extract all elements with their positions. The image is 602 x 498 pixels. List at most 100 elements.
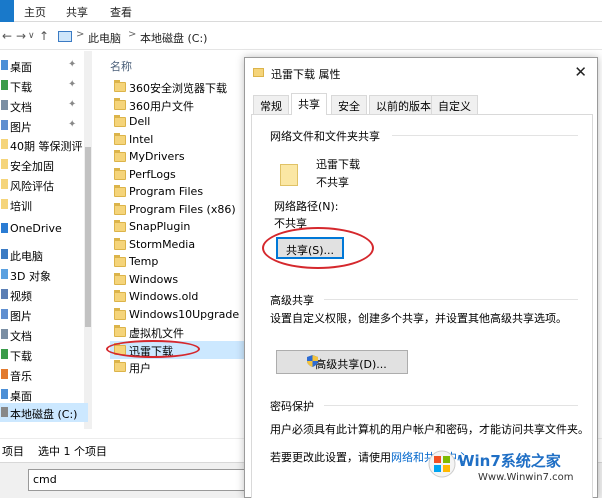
tab-sharing[interactable]: 共享 — [291, 93, 327, 115]
up-button[interactable]: ↑ — [39, 29, 49, 43]
sidebar-item[interactable]: 3D 对象 — [0, 265, 88, 284]
cmd-input[interactable]: cmd — [28, 469, 258, 491]
sidebar-item-label: 桌面 — [10, 390, 32, 403]
sidebar-item[interactable]: 音乐 — [0, 365, 88, 384]
sidebar-item[interactable]: 图片 ✦ — [0, 116, 88, 135]
sidebar-item[interactable]: 文档 ✦ — [0, 96, 88, 115]
folder-list-item[interactable]: Windows — [110, 271, 244, 289]
folder-list-item[interactable]: Program Files — [110, 183, 244, 201]
folder-list-item[interactable]: 用户 — [110, 358, 244, 376]
sidebar-item[interactable]: 此电脑 — [0, 245, 88, 264]
forward-button[interactable]: → — [16, 29, 26, 43]
folder-list-item[interactable]: 360用户文件 — [110, 96, 244, 114]
sidebar-item[interactable]: 下载 — [0, 345, 88, 364]
folder-list-item[interactable]: Dell — [110, 113, 244, 131]
this-pc-icon — [58, 31, 72, 42]
sidebar-item[interactable]: 桌面 — [0, 385, 88, 404]
folder-name: 360用户文件 — [129, 99, 194, 113]
tab-view[interactable]: 查看 — [110, 4, 132, 20]
sidebar-item-label: 视频 — [10, 290, 32, 303]
breadcrumb-separator: > — [128, 29, 137, 40]
folder-icon — [114, 237, 126, 250]
column-header-name[interactable]: 名称 — [110, 58, 132, 74]
advanced-sharing-button-label: 高级共享(D)... — [315, 358, 387, 371]
folder-list-item[interactable]: StormMedia — [110, 236, 244, 254]
sidebar-item-icon — [1, 80, 8, 90]
sidebar-item-label: 培训 — [10, 200, 32, 213]
folder-name: 虚拟机文件 — [129, 327, 184, 340]
sidebar-item[interactable]: 桌面 ✦ — [0, 56, 88, 75]
folder-icon — [114, 97, 126, 110]
status-item-count: 项目 — [2, 445, 24, 458]
group-divider — [392, 135, 578, 136]
folder-name: 用户 — [129, 362, 151, 375]
sidebar-item[interactable]: 培训 — [0, 195, 88, 214]
password-description: 用户必须具有此计算机的用户帐户和密码，才能访问共享文件夹。 — [270, 423, 589, 436]
breadcrumb-local-disk[interactable]: 本地磁盘 (C:) — [140, 30, 207, 46]
tab-home[interactable]: 主页 — [24, 4, 46, 20]
pin-icon: ✦ — [68, 59, 77, 70]
sidebar-item-icon — [1, 223, 8, 233]
folder-name: MyDrivers — [129, 150, 185, 163]
folder-name: Intel — [129, 132, 154, 146]
folder-icon — [114, 255, 126, 267]
advanced-sharing-group-title: 高级共享 — [270, 294, 314, 307]
sidebar-item-label: 安全加固 — [10, 160, 54, 173]
sidebar-item[interactable]: 下载 ✦ — [0, 76, 88, 95]
sidebar-item-label: 图片 — [10, 310, 32, 323]
shared-folder-name: 迅雷下载 — [316, 158, 360, 171]
folder-list-item[interactable]: 虚拟机文件 — [110, 323, 244, 341]
folder-list-item[interactable]: Windows.old — [110, 288, 244, 306]
close-icon[interactable]: ✕ — [574, 63, 587, 81]
recent-dropdown-button[interactable]: ∨ — [28, 31, 35, 41]
network-sharing-group-title: 网络文件和文件夹共享 — [270, 130, 380, 143]
sidebar-item-icon — [1, 369, 8, 379]
file-tab[interactable] — [0, 0, 14, 22]
status-selected: 选中 1 个项目 — [38, 445, 107, 458]
address-bar-row: ← → ∨ ↑ > 此电脑 > 本地磁盘 (C:) — [0, 24, 602, 50]
sidebar-item[interactable]: 40期 等保测评 — [0, 135, 88, 154]
folder-name: PerfLogs — [129, 167, 176, 181]
sidebar-item-label: 此电脑 — [10, 250, 43, 263]
sidebar-item[interactable]: OneDrive — [0, 219, 88, 238]
watermark-brand: Win7系统之家 — [458, 452, 561, 470]
folder-list-item[interactable]: Intel — [110, 131, 244, 149]
ribbon-tabs: 主页 共享 查看 — [0, 0, 602, 22]
tab-previous-versions[interactable]: 以前的版本 — [369, 95, 438, 114]
folder-list-item[interactable]: Windows10Upgrade — [110, 306, 244, 324]
folder-list-item[interactable]: Temp — [110, 253, 244, 271]
tab-general[interactable]: 常规 — [253, 95, 289, 114]
pin-icon: ✦ — [68, 119, 77, 130]
folder-list-item[interactable]: Program Files (x86) — [110, 201, 244, 219]
sidebar-item[interactable]: 本地磁盘 (C:) — [0, 403, 88, 422]
folder-icon — [114, 202, 126, 215]
sidebar-item-label: OneDrive — [10, 222, 62, 235]
sidebar-item-icon — [1, 407, 8, 417]
sharing-tab-panel: 网络文件和文件夹共享 迅雷下载 不共享 网络路径(N): 不共享 共享(S)..… — [251, 114, 593, 498]
folder-list-item[interactable]: MyDrivers — [110, 148, 244, 166]
tab-customize[interactable]: 自定义 — [431, 95, 478, 114]
back-button[interactable]: ← — [2, 29, 12, 43]
folder-list-item[interactable]: PerfLogs — [110, 166, 244, 184]
breadcrumb-this-pc[interactable]: 此电脑 — [88, 30, 121, 46]
tab-share[interactable]: 共享 — [66, 4, 88, 20]
dialog-title: 迅雷下载 属性 — [271, 68, 341, 81]
folder-icon — [253, 68, 264, 77]
sidebar-item[interactable]: 风险评估 — [0, 175, 88, 194]
sidebar-item[interactable]: 文档 — [0, 325, 88, 344]
sidebar-item-label: 音乐 — [10, 370, 32, 383]
sidebar-item-icon — [1, 159, 8, 169]
sidebar-item[interactable]: 图片 — [0, 305, 88, 324]
folder-icon — [114, 185, 126, 197]
folder-icon — [114, 150, 126, 162]
advanced-sharing-button[interactable]: 高级共享(D)... — [276, 350, 408, 374]
navigation-pane: 桌面 ✦ 下载 ✦ 文档 ✦ 图片 ✦ 40期 等保测评 安全加固 风险评估 培训 OneDrive 此电… — [0, 51, 92, 429]
windows-logo-icon — [428, 450, 456, 478]
folder-name: Dell — [129, 115, 151, 128]
folder-list-item[interactable]: SnapPlugin — [110, 218, 244, 236]
folder-list-item[interactable]: 360安全浏览器下载 — [110, 78, 244, 96]
sidebar-item[interactable]: 视频 — [0, 285, 88, 304]
sidebar-item[interactable]: 安全加固 — [0, 155, 88, 174]
breadcrumb-separator: > — [76, 29, 85, 40]
tab-security[interactable]: 安全 — [331, 95, 367, 114]
